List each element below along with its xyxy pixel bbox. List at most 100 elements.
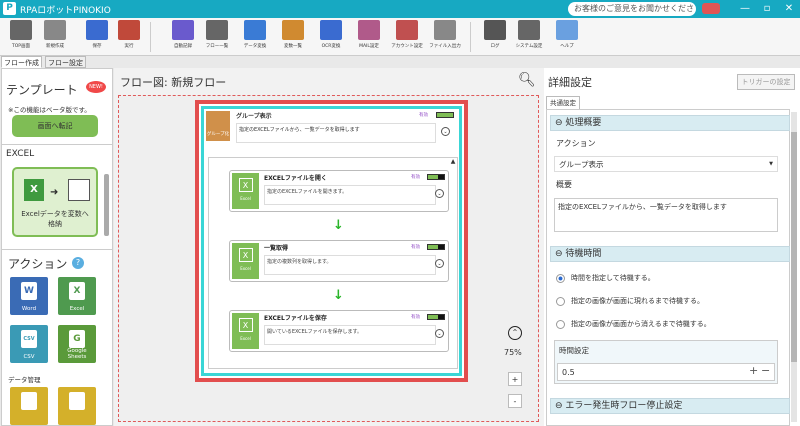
step-title: 一覧取得 [264,245,289,252]
toolbar-data-convert-button[interactable]: データ変換 [238,20,272,54]
toolbar-new-file-button[interactable]: 新規作成 [38,20,72,54]
toolbar-help-button[interactable]: ヘルプ [550,20,584,54]
detail-scrollbar[interactable] [791,112,797,422]
close-button[interactable]: ✕ [782,2,796,16]
section-overview[interactable]: ⊖ 処理概要 [550,115,790,131]
search-icon[interactable]: 🔍︎ [518,72,536,88]
toolbar-flow-list-button[interactable]: フロー一覧 [200,20,234,54]
action-word[interactable]: W Word [10,277,48,315]
flow-step[interactable]: X Excel EXCELファイルを保存 開いているEXCELファイルを保存します。 有… [229,310,449,352]
group-inner: ▲ X Excel EXCELファイルを開く 指定のEXCELファイルを開きます。 有効… [208,157,458,369]
flow-step[interactable]: X Excel 一覧取得 指定の複数列を取得します。 有効 ⌄ [229,240,449,282]
action-csv[interactable]: CSV CSV [10,325,48,363]
flow-step[interactable]: X Excel EXCELファイルを開く 指定のEXCELファイルを開きます。 有効 ⌄ [229,170,449,212]
radio-selected-icon [556,273,565,283]
detail-title: 詳細設定 [548,76,592,89]
radio-wait-disappear[interactable]: 指定の画像が画面から消えるまで待機する。 [556,319,711,329]
template-scrollbar[interactable] [104,174,109,236]
action-select-value: グループ表示 [559,160,604,169]
csv-icon: CSV [21,330,37,348]
radio-icon [556,296,565,306]
tab-flow-settings[interactable]: フロー設定 [45,56,86,68]
toolbar-file-io-button[interactable]: ファイル入出力 [428,20,462,54]
step-toggle[interactable] [427,174,445,180]
step-title: EXCELファイルを開く [264,175,327,182]
action-excel[interactable]: X Excel [58,277,96,315]
increment-icon[interactable]: + [749,364,758,377]
zoom-in-button[interactable]: + [508,372,522,386]
feedback-button[interactable]: お客様のご意見をお聞かせください [568,2,696,27]
toolbar-log-button[interactable]: ログ [478,20,512,54]
time-input[interactable]: 0.5 [557,363,775,381]
summary-field[interactable]: 指定のEXCELファイルから、一覧データを取得します [554,198,778,232]
section-wait-time[interactable]: ⊖ 待機時間 [550,246,790,262]
action-data-2[interactable] [58,387,96,425]
toolbar-label: データ変換 [243,44,267,49]
template-card-transfer[interactable]: 画面へ転記 [12,115,98,137]
arrow-right-icon: ➜ [50,187,59,198]
tab-flow-create[interactable]: フロー作成 [1,56,42,68]
toolbar-label: システム設定 [515,44,543,49]
group-toggle[interactable] [436,112,454,118]
chevron-down-icon[interactable]: ⌄ [435,189,444,198]
step-toggle[interactable] [427,314,445,320]
step-icon-label: Excel [240,336,251,341]
zoom-out-button[interactable]: - [508,394,522,408]
tab-common-settings[interactable]: 共通設定 [546,96,580,109]
app-logo-icon: P [3,2,16,15]
help-icon[interactable]: ? [72,257,84,269]
radio-wait-time[interactable]: 時間を指定して待機する。 [556,273,655,283]
toolbar-account-button[interactable]: アカウント設定 [390,20,424,54]
radio-label: 指定の画像が画面から消えるまで待機する。 [571,320,711,328]
toolbar-play-button[interactable]: 実行 [112,20,146,54]
step-desc: 開いているEXCELファイルを保存します。 [264,325,436,345]
group-block[interactable]: グループ化 グループ表示 有効 指定のEXCELファイルから、一覧データを取得し… [201,106,462,376]
time-setting-box: 時間設定 0.5 + − [554,340,778,384]
toolbar-mail-button[interactable]: MAIL設定 [352,20,386,54]
radio-icon [556,319,565,329]
document-icon [21,392,37,410]
log-icon [484,20,506,40]
chevron-down-icon[interactable]: ⌄ [441,127,450,136]
variables-icon [282,20,304,40]
scrollbar-thumb[interactable] [791,132,797,362]
maximize-button[interactable]: ▫ [760,2,774,16]
flow-canvas[interactable]: グループ化 グループ表示 有効 指定のEXCELファイルから、一覧データを取得し… [118,95,539,422]
scroll-up-icon[interactable]: ▲ [448,158,458,166]
radio-wait-appear[interactable]: 指定の画像が画面に現れるまで待機する。 [556,296,704,306]
decrement-icon[interactable]: − [761,364,770,377]
summary-label: 概要 [556,180,572,189]
action-google-sheets[interactable]: G Google Sheets [58,325,96,363]
trigger-button[interactable]: トリガーの設定 [737,74,795,90]
action-select[interactable]: グループ表示 ▼ [554,156,778,172]
excel-icon: X [24,179,44,201]
left-panel: テンプレート NEW! ※この機能はベータ版です。 画面へ転記 EXCEL X … [1,68,113,426]
toolbar: TOP画面 新規作成 保存 実行 自動記録 フロー一覧 データ変換 変数一覧 OCR変換 MAIL… [0,18,800,56]
chevron-down-icon[interactable]: ⌄ [435,259,444,268]
toolbar-save-button[interactable]: 保存 [80,20,114,54]
template-title: テンプレート [6,83,78,97]
toolbar-gear-button[interactable]: システム設定 [512,20,546,54]
template-card-excel-to-variable[interactable]: X ➜ Excelデータを変数へ格納 [12,167,98,237]
step-status: 有効 [411,175,420,180]
toolbar-label: 保存 [92,44,102,49]
chevron-down-icon[interactable]: ⌄ [435,329,444,338]
toolbar-label: TOP画面 [11,44,30,49]
section-error-stop[interactable]: ⊖ エラー発生時フロー停止設定 [550,398,790,414]
toolbar-home-button[interactable]: TOP画面 [4,20,38,54]
save-icon [86,20,108,40]
excel-icon: X Excel [232,313,259,349]
toolbar-separator [150,22,151,52]
action-label: Word [21,306,37,312]
selected-group[interactable]: グループ化 グループ表示 有効 指定のEXCELファイルから、一覧データを取得し… [195,100,468,382]
minimize-button[interactable]: — [738,2,752,16]
step-toggle[interactable] [427,244,445,250]
folder-icon [69,392,85,410]
action-data-1[interactable] [10,387,48,425]
collapse-icon[interactable]: ⌃ [508,326,522,340]
new-badge: NEW! [86,81,106,93]
thumbs-icon[interactable] [702,3,720,14]
toolbar-variables-button[interactable]: 変数一覧 [276,20,310,54]
toolbar-record-button[interactable]: 自動記録 [166,20,200,54]
toolbar-ocr-button[interactable]: OCR変換 [314,20,348,54]
